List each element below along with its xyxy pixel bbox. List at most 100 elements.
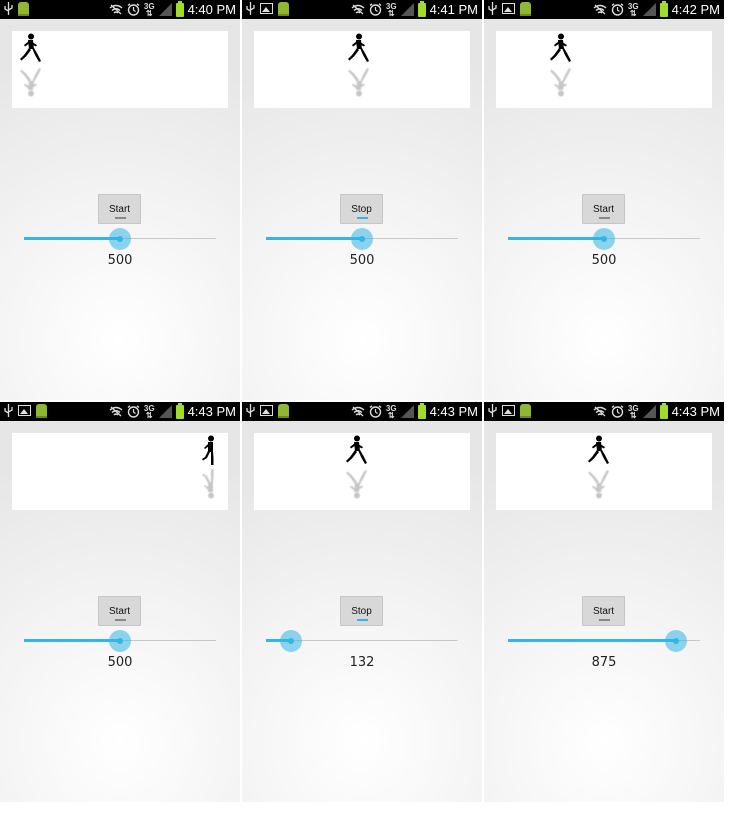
wifi-off-icon <box>351 406 365 417</box>
alarm-icon <box>369 3 382 16</box>
stop-button[interactable]: Stop <box>340 194 383 224</box>
button-state-indicator <box>599 217 610 219</box>
image-icon <box>260 405 273 416</box>
signal-icon <box>158 405 172 418</box>
image-icon <box>18 405 31 416</box>
seekbar-thumb[interactable] <box>109 630 131 652</box>
status-time: 4:42 PM <box>671 2 720 17</box>
button-label: Start <box>592 204 615 215</box>
status-bar: 3G ⇅ 4:43 PM <box>484 402 724 421</box>
system-icons: 3G ⇅ 4:43 PM <box>351 402 478 421</box>
speed-seekbar[interactable] <box>266 630 458 652</box>
runner-figure <box>18 33 42 65</box>
button-state-indicator <box>357 619 368 621</box>
animation-view <box>254 31 470 108</box>
button-label: Start <box>108 606 131 617</box>
android-icon <box>520 404 531 418</box>
wifi-off-icon <box>109 406 123 417</box>
network-type-label: 3G <box>385 403 397 413</box>
seekbar-progress <box>24 237 120 240</box>
seek-value-text: 500 <box>349 253 375 268</box>
runner-reflection <box>344 467 368 499</box>
battery-icon <box>417 1 426 17</box>
usb-icon <box>246 404 255 417</box>
seekbar-progress <box>24 639 120 642</box>
runner-figure <box>344 435 368 467</box>
usb-icon <box>4 404 13 417</box>
seekbar-thumb[interactable] <box>280 630 303 652</box>
speed-seekbar[interactable] <box>24 630 216 652</box>
network-type-label: 3G <box>385 1 397 11</box>
seekbar-progress <box>508 237 604 240</box>
seekbar-thumb[interactable] <box>109 228 131 250</box>
button-label: Start <box>108 204 131 215</box>
battery-icon <box>175 403 184 419</box>
signal-icon <box>642 3 656 16</box>
notification-icons <box>488 2 531 16</box>
screenshot-grid: 3G ⇅ 4:40 PM Start 500 3G ⇅ 4:41 PM Stop 500 3G ⇅ 4:… <box>0 0 751 831</box>
3g-icon: 3G ⇅ <box>627 403 639 420</box>
signal-icon <box>400 405 414 418</box>
android-icon <box>520 2 531 16</box>
button-state-indicator <box>115 619 126 621</box>
runner-reflection <box>548 65 572 97</box>
android-icon <box>18 2 29 16</box>
usb-icon <box>4 2 13 15</box>
status-time: 4:40 PM <box>187 2 236 17</box>
phone-screen: 3G ⇅ 4:41 PM Stop 500 <box>242 0 482 400</box>
signal-icon <box>400 3 414 16</box>
button-label: Stop <box>351 606 372 617</box>
stop-button[interactable]: Stop <box>340 596 383 626</box>
seek-value-text: 875 <box>591 655 617 670</box>
android-icon <box>278 2 289 16</box>
runner-figure <box>196 435 220 467</box>
system-icons: 3G ⇅ 4:43 PM <box>593 402 720 421</box>
runner-reflection <box>196 467 220 499</box>
android-icon <box>36 404 47 418</box>
network-type-label: 3G <box>143 1 155 11</box>
start-button[interactable]: Start <box>582 194 625 224</box>
3g-icon: 3G ⇅ <box>143 403 155 420</box>
alarm-icon <box>127 405 140 418</box>
notification-icons <box>246 404 289 418</box>
status-time: 4:43 PM <box>671 404 720 419</box>
start-button[interactable]: Start <box>98 194 141 224</box>
3g-icon: 3G ⇅ <box>385 1 397 18</box>
seekbar-thumb[interactable] <box>351 228 373 250</box>
runner-reflection <box>18 65 42 97</box>
speed-seekbar[interactable] <box>508 228 700 250</box>
system-icons: 3G ⇅ 4:42 PM <box>593 0 720 19</box>
phone-screen: 3G ⇅ 4:40 PM Start 500 <box>0 0 240 400</box>
speed-seekbar[interactable] <box>266 228 458 250</box>
phone-screen: 3G ⇅ 4:43 PM Stop 132 <box>242 402 482 802</box>
wifi-off-icon <box>593 406 607 417</box>
battery-icon <box>659 403 668 419</box>
seekbar-thumb[interactable] <box>593 228 615 250</box>
status-bar: 3G ⇅ 4:43 PM <box>242 402 482 421</box>
notification-icons <box>488 404 531 418</box>
usb-icon <box>246 2 255 15</box>
seekbar-thumb[interactable] <box>665 630 687 652</box>
speed-seekbar[interactable] <box>508 630 700 652</box>
seek-value-text: 500 <box>107 253 133 268</box>
phone-screen: 3G ⇅ 4:43 PM Start 875 <box>484 402 724 802</box>
system-icons: 3G ⇅ 4:43 PM <box>109 402 236 421</box>
button-label: Start <box>592 606 615 617</box>
seekbar-progress <box>508 639 676 642</box>
speed-seekbar[interactable] <box>24 228 216 250</box>
button-state-indicator <box>357 217 368 219</box>
3g-icon: 3G ⇅ <box>627 1 639 18</box>
signal-icon <box>158 3 172 16</box>
system-icons: 3G ⇅ 4:40 PM <box>109 0 236 19</box>
image-icon <box>260 3 273 14</box>
start-button[interactable]: Start <box>98 596 141 626</box>
seek-value-text: 500 <box>107 655 133 670</box>
runner-reflection <box>586 467 610 499</box>
battery-icon <box>175 1 184 17</box>
runner-reflection <box>346 65 370 97</box>
image-icon <box>502 3 515 14</box>
start-button[interactable]: Start <box>582 596 625 626</box>
runner-figure <box>346 33 370 65</box>
signal-icon <box>642 405 656 418</box>
status-bar: 3G ⇅ 4:40 PM <box>0 0 240 19</box>
